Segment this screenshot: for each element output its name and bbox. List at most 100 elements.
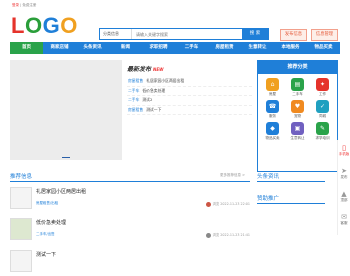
latest-row-title[interactable]: 低价急卖处理 <box>142 88 165 93</box>
news-title: 头条资讯 <box>257 174 280 180</box>
top-bar: 登录 | 免费注册 <box>12 3 37 7</box>
item-category[interactable]: 二手车/出售 <box>36 232 55 237</box>
store-icon: ▣ <box>291 122 304 135</box>
nav-item-housing[interactable]: 房屋租赁 <box>208 42 241 54</box>
latest-title-text: 最新发布 <box>127 66 152 73</box>
chat-icon: ✉ <box>341 213 347 221</box>
main-nav: 首页 商家店铺 头条资讯 新闻 求职招聘 二手车 房屋租赁 生意转让 本地服务 … <box>10 42 340 54</box>
item-category[interactable]: 房屋租售/出租 <box>36 201 58 206</box>
thumbnail[interactable] <box>10 187 32 209</box>
manage-info-button[interactable]: 信息管理 <box>311 29 338 41</box>
category-label: 同城 <box>319 114 326 118</box>
category-housing[interactable]: ⌂ 房屋 <box>260 78 285 97</box>
item-meta-text: 浏览 2022-11-23 22:01 <box>212 202 250 206</box>
tool-label: 手机版 <box>338 152 350 156</box>
register-link[interactable]: 免费注册 <box>22 3 36 7</box>
list-item[interactable]: 测试一下 <box>10 248 250 276</box>
nav-item-goods[interactable]: 物品买卖 <box>307 42 340 54</box>
latest-row-category[interactable]: 二手车 <box>128 97 139 102</box>
briefcase-icon: ✦ <box>316 78 329 91</box>
post-tool[interactable]: ➤ 发布 <box>338 163 350 186</box>
category-business[interactable]: ▣ 生意转让 <box>285 122 310 141</box>
latest-row[interactable]: 二手车 低价急卖处理 <box>127 87 252 96</box>
nav-item-home[interactable]: 首页 <box>10 42 43 54</box>
divider <box>257 181 325 182</box>
category-label: 二手车 <box>292 92 303 96</box>
tool-label: 客服 <box>340 221 348 225</box>
post-info-button[interactable]: 发布信息 <box>280 29 307 41</box>
mobile-version-tool[interactable]: ▯ 手机版 <box>338 140 350 163</box>
category-goods[interactable]: ◆ 物品买卖 <box>260 122 285 141</box>
promo-title: 赞助推广 <box>257 196 280 202</box>
phone-icon: ☎ <box>266 100 279 113</box>
avatar <box>205 201 211 207</box>
nav-item-jobs[interactable]: 求职招聘 <box>142 42 175 54</box>
logo-letter: G <box>42 13 61 38</box>
arrow-up-icon: ▲ <box>341 190 347 198</box>
divider <box>10 181 250 182</box>
category-label: 生意转让 <box>290 136 305 140</box>
recommended-categories: 推荐分类 ⌂ 房屋 ▤ 二手车 ✦ 工作 ☎ 服务 ♥ 宠物 ✓ 同城 ◆ 物品买卖 ▣ 生意转… <box>257 60 338 172</box>
latest-row-category[interactable]: 二手车 <box>128 88 139 93</box>
category-label: 服务 <box>269 114 276 118</box>
item-title[interactable]: 低价急卖处理 <box>36 219 66 226</box>
nav-item-local-services[interactable]: 本地服务 <box>274 42 307 54</box>
tag-icon: ◆ <box>266 122 279 135</box>
site-logo[interactable]: LOGO <box>11 15 78 37</box>
category-local[interactable]: ✓ 同城 <box>310 100 335 119</box>
item-meta: 浏览 2022-11-23 22:01 <box>205 201 250 207</box>
category-pets[interactable]: ♥ 宠物 <box>285 100 310 119</box>
item-meta: 浏览 2022-11-23 21:41 <box>205 232 250 238</box>
mobile-icon: ▯ <box>342 144 346 152</box>
search-bar: 分类信息 搜 索 <box>99 28 269 40</box>
latest-row-title[interactable]: 测试一下 <box>146 107 161 112</box>
list-item[interactable]: 低价急卖处理 二手车/出售 浏览 2022-11-23 21:41 <box>10 216 250 244</box>
category-label: 宠物 <box>294 114 301 118</box>
category-label: 房屋 <box>269 92 276 96</box>
support-tool[interactable]: ✉ 客服 <box>338 209 350 232</box>
search-category-select[interactable]: 分类信息 <box>100 29 132 39</box>
login-link[interactable]: 登录 <box>12 3 19 7</box>
category-services[interactable]: ☎ 服务 <box>260 100 285 119</box>
search-input[interactable] <box>132 29 242 39</box>
latest-row-title[interactable]: 测试2 <box>142 97 152 102</box>
house-icon: ⌂ <box>266 78 279 91</box>
thumbnail[interactable] <box>10 250 32 272</box>
latest-row-category[interactable]: 房屋租售 <box>128 78 143 83</box>
nav-item-news[interactable]: 新闻 <box>109 42 142 54</box>
latest-row-category[interactable]: 房屋租售 <box>128 107 143 112</box>
nav-item-business-transfer[interactable]: 生意转让 <box>241 42 274 54</box>
car-icon: ▤ <box>291 78 304 91</box>
latest-posts: 最新发布 NEW 房屋租售 礼居家园小区两居出租 二手车 低价急卖处理 二手车 测试2 … <box>127 60 252 115</box>
heart-icon: ♥ <box>291 100 304 113</box>
slider-indicator[interactable] <box>62 156 70 158</box>
more-recommend-link[interactable]: 更多推荐信息 > <box>220 173 245 178</box>
tool-label: 顶部 <box>340 198 348 202</box>
latest-row[interactable]: 二手车 测试2 <box>127 96 252 106</box>
item-title[interactable]: 测试一下 <box>36 251 56 258</box>
nav-item-headlines[interactable]: 头条资讯 <box>76 42 109 54</box>
latest-row-title[interactable]: 礼居家园小区两居出租 <box>146 78 184 83</box>
item-title[interactable]: 礼居家园小区两居出租 <box>36 188 86 195</box>
header: LOGO 分类信息 搜 索 发布信息 信息管理 <box>0 10 350 41</box>
floating-toolbar: ▯ 手机版 ➤ 发布 ▲ 顶部 ✉ 客服 <box>337 140 350 235</box>
item-meta-text: 浏览 2022-11-23 21:41 <box>212 233 250 237</box>
logo-letter: O <box>24 13 43 38</box>
pencil-icon: ✎ <box>316 122 329 135</box>
image-slider[interactable] <box>10 60 122 160</box>
latest-title: 最新发布 NEW <box>127 64 252 73</box>
list-item[interactable]: 礼居家园小区两居出租 房屋租售/出租 浏览 2022-11-23 22:01 <box>10 185 250 213</box>
category-used-cars[interactable]: ▤ 二手车 <box>285 78 310 97</box>
logo-letter: L <box>11 13 25 38</box>
category-education[interactable]: ✎ 求学培训 <box>310 122 335 141</box>
search-button[interactable]: 搜 索 <box>242 29 268 39</box>
logo-letter: O <box>60 13 78 38</box>
latest-row[interactable]: 房屋租售 礼居家园小区两居出租 <box>127 77 252 87</box>
latest-row[interactable]: 房屋租售 测试一下 <box>127 106 252 115</box>
nav-item-used-cars[interactable]: 二手车 <box>175 42 208 54</box>
category-jobs[interactable]: ✦ 工作 <box>310 78 335 97</box>
thumbnail[interactable] <box>10 218 32 240</box>
check-icon: ✓ <box>316 100 329 113</box>
top-tool[interactable]: ▲ 顶部 <box>338 186 350 209</box>
nav-item-shops[interactable]: 商家店铺 <box>43 42 76 54</box>
